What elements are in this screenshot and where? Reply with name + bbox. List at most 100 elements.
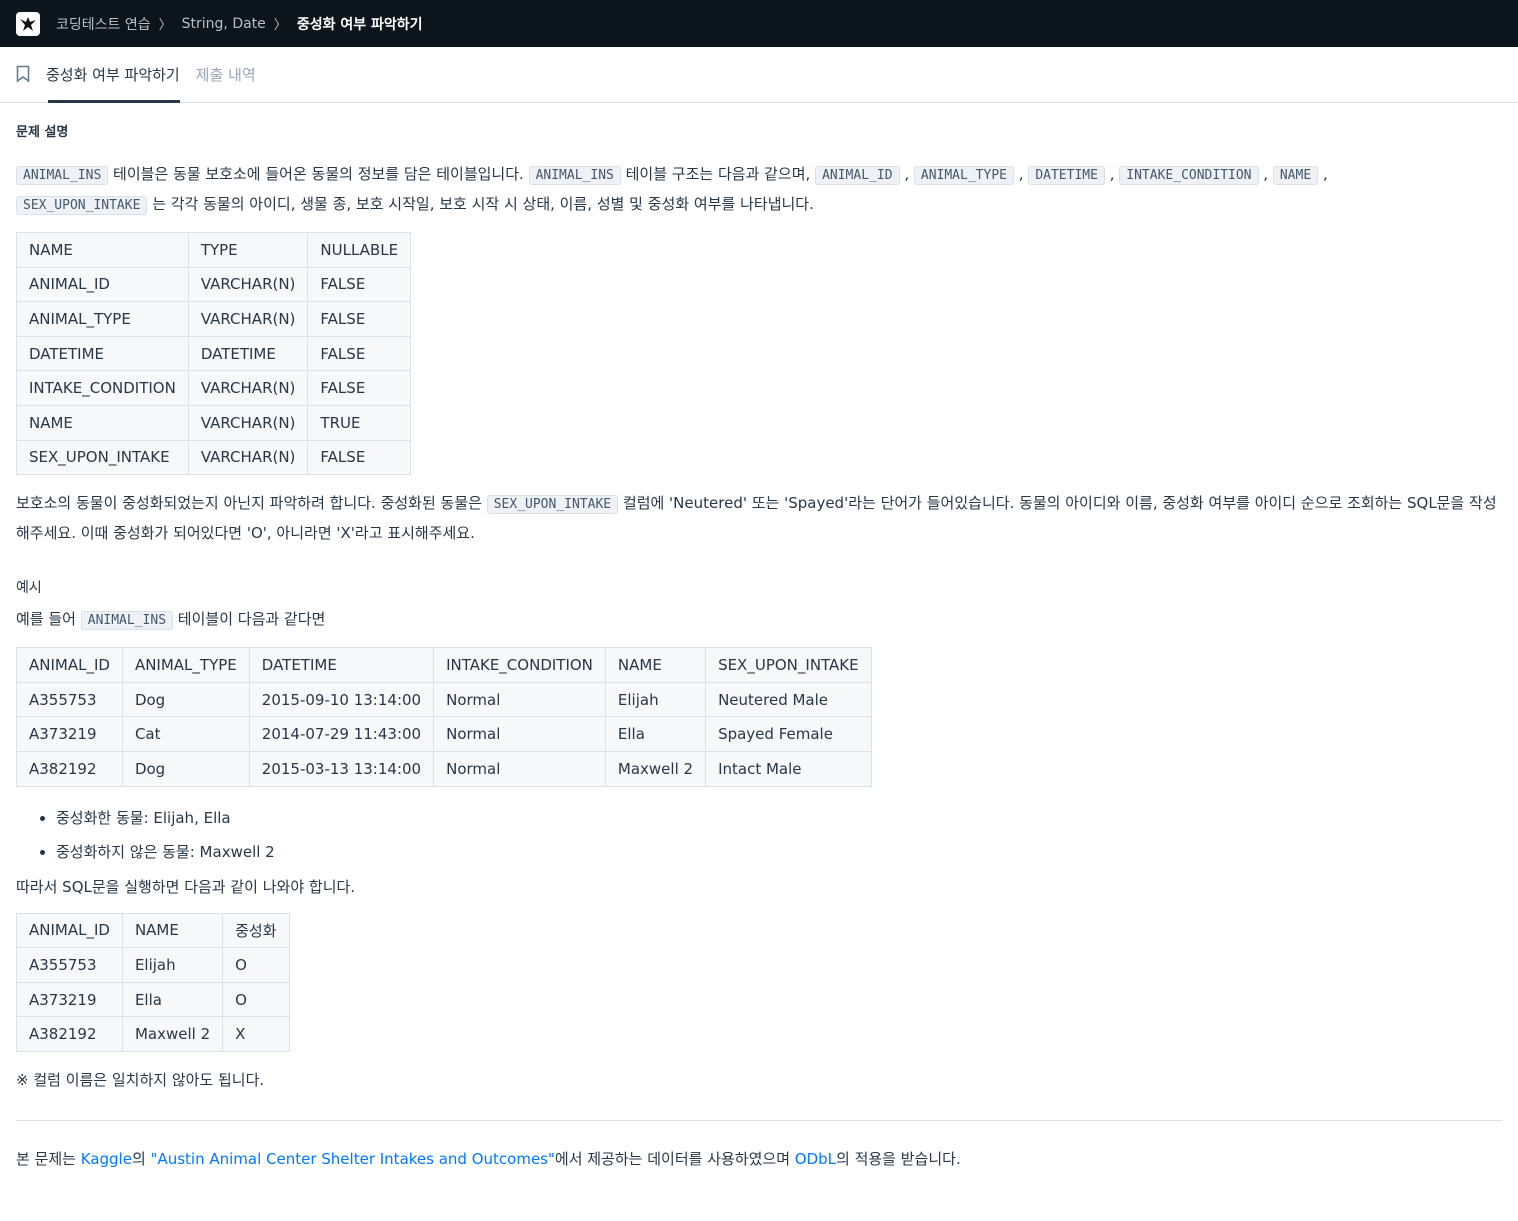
table-cell: FALSE — [307, 301, 412, 337]
task-paragraph: 보호소의 동물이 중성화되었는지 아닌지 파악하려 합니다. 중성화된 동물은 … — [16, 489, 1502, 547]
inline-code: ANIMAL_ID — [815, 166, 900, 185]
table-header-cell: ANIMAL_ID — [16, 647, 123, 683]
separator: , — [904, 165, 910, 183]
table-header-cell: NULLABLE — [307, 232, 412, 268]
inline-code: NAME — [1272, 166, 1319, 185]
text: 테이블 구조는 다음과 같으며, — [620, 165, 816, 183]
inline-code: SEX_UPON_INTAKE — [16, 196, 148, 215]
table-cell: TRUE — [307, 404, 412, 441]
text: 의 — [131, 1149, 151, 1168]
table-cell: Normal — [433, 681, 606, 718]
chevron-right-icon: 〉 — [273, 18, 287, 33]
table-header-cell: DATETIME — [248, 647, 435, 683]
inline-code: SEX_UPON_INTAKE — [486, 495, 619, 515]
table-cell: Ella — [121, 981, 224, 1018]
table-cell: 2015-09-10 13:14:00 — [248, 681, 435, 718]
table-cell: Neutered Male — [705, 681, 872, 718]
table-row: DATETIME DATETIME FALSE — [16, 335, 412, 372]
text: 본 문제는 — [16, 1149, 81, 1168]
table-header-cell: NAME — [121, 912, 224, 949]
problem-description: 문제 설명 ANIMAL_INS 테이블은 동물 보호소에 들어온 동물의 정보… — [0, 103, 1518, 1173]
tab-bar: 중성화 여부 파악하기 제출 내역 — [0, 47, 1518, 103]
table-cell: 2015-03-13 13:14:00 — [248, 750, 435, 787]
table-cell: INTAKE_CONDITION — [16, 370, 189, 406]
text: 는 각각 동물의 아이디, 생물 종, 보호 시작일, 보호 시작 시 상태, … — [152, 195, 814, 213]
table-row: NAME VARCHAR(N) TRUE — [16, 404, 412, 441]
table-row: A355753 Dog 2015-09-10 13:14:00 Normal Elija… — [16, 681, 872, 718]
breadcrumb-label[interactable]: 코딩테스트 연습 — [56, 14, 151, 34]
table-row: A373219 Cat 2014-07-29 11:43:00 Normal Ella S… — [16, 716, 872, 752]
tab-label[interactable]: 중성화 여부 파악하기 — [46, 64, 180, 85]
table-cell: FALSE — [307, 335, 412, 372]
tab-label[interactable]: 제출 내역 — [196, 64, 256, 85]
table-header-row: ANIMAL_ID NAME 중성화 — [16, 912, 290, 949]
chevron-right-icon: 〉 — [158, 18, 172, 33]
breadcrumb-item-practice[interactable]: 코딩테스트 연습 〉 — [56, 14, 182, 34]
table-cell: FALSE — [307, 370, 412, 406]
text: 보호소의 동물이 중성화되었는지 아닌지 파악하려 합니다. 중성화된 동물은 — [16, 494, 487, 513]
table-header-row: ANIMAL_ID ANIMAL_TYPE DATETIME INTAKE_CO… — [16, 647, 872, 683]
table-row: A382192 Maxwell 2X — [16, 1016, 290, 1052]
table-cell: Maxwell 2 — [121, 1016, 224, 1052]
tab-submissions[interactable]: 제출 내역 — [196, 46, 256, 102]
table-header-cell: ANIMAL_TYPE — [121, 647, 250, 683]
table-cell: VARCHAR(N) — [187, 404, 309, 441]
table-row: A355753 Elijah O — [16, 947, 290, 983]
table-cell: Ella — [604, 716, 707, 752]
breadcrumb-label[interactable]: String, Date — [182, 16, 266, 32]
example-label: 예시 — [16, 580, 42, 597]
table-cell: Dog — [121, 681, 250, 718]
table-cell: Intact Male — [705, 750, 872, 787]
section-title: 문제 설명 — [16, 125, 69, 140]
example-table: ANIMAL_ID ANIMAL_TYPE DATETIME INTAKE_CO… — [16, 647, 872, 787]
table-header-cell: INTAKE_CONDITION — [433, 647, 606, 683]
result-intro: 따라서 SQL문을 실행하면 다음과 같이 나와야 합니다. — [16, 877, 356, 896]
table-row: ANIMAL_TYPE VARCHAR(N) FALSE — [16, 301, 412, 337]
result-table: ANIMAL_ID NAME 중성화 A355753 Elijah O A37321… — [16, 912, 290, 1052]
inline-code: ANIMAL_TYPE — [913, 166, 1014, 185]
table-cell: DATETIME — [16, 335, 189, 372]
table-header-cell: ANIMAL_ID — [16, 912, 123, 949]
table-row: INTAKE_CONDITION VARCHAR(N) FALSE — [16, 370, 412, 406]
breadcrumb-item-category[interactable]: String, Date 〉 — [182, 14, 297, 34]
table-header-cell: NAME — [604, 647, 707, 683]
text: 테이블이 다음과 같다면 — [173, 610, 326, 629]
list-item: 중성화한 동물: Elijah, Ella — [56, 801, 1502, 835]
table-cell: SEX_UPON_INTAKE — [16, 439, 189, 476]
note: ※ 컬럼 이름은 일치하지 않아도 됩니다. — [16, 1070, 265, 1089]
footer-attribution: 본 문제는 Kaggle의 "Austin Animal Center Shel… — [16, 1145, 1502, 1173]
table-header-cell: SEX_UPON_INTAKE — [705, 647, 872, 683]
table-cell: VARCHAR(N) — [187, 266, 309, 303]
text: 의 적용을 받습니다. — [836, 1149, 961, 1168]
dataset-link[interactable]: "Austin Animal Center Shelter Intakes an… — [151, 1150, 555, 1168]
intro-paragraph: ANIMAL_INS 테이블은 동물 보호소에 들어온 동물의 정보를 담은 테… — [16, 160, 1502, 220]
list-item: 중성화하지 않은 동물: Maxwell 2 — [56, 835, 1502, 869]
bullet-list: 중성화한 동물: Elijah, Ella 중성화하지 않은 동물: Maxwe… — [56, 801, 1502, 869]
table-cell: O — [222, 947, 290, 983]
programmers-logo-icon[interactable] — [16, 11, 40, 36]
tab-problem[interactable]: 중성화 여부 파악하기 — [16, 46, 180, 103]
example-intro: 예를 들어 ANIMAL_INS 테이블이 다음과 같다면 — [16, 605, 1502, 635]
table-cell: A373219 — [16, 716, 123, 752]
table-cell: FALSE — [307, 266, 412, 303]
table-cell: VARCHAR(N) — [187, 301, 309, 337]
table-row: SEX_UPON_INTAKE VARCHAR(N) FALSE — [16, 439, 412, 476]
inline-code: ANIMAL_INS — [528, 166, 621, 185]
odbl-link[interactable]: ODbL — [795, 1150, 836, 1168]
table-cell: A382192 — [16, 750, 123, 787]
bookmark-icon[interactable] — [16, 64, 32, 84]
table-cell: DATETIME — [187, 335, 309, 372]
separator: , — [1109, 165, 1115, 183]
kaggle-link[interactable]: Kaggle — [81, 1150, 132, 1168]
table-cell: Spayed Female — [705, 716, 872, 752]
breadcrumb-item-current: 중성화 여부 파악하기 — [296, 16, 423, 33]
table-cell: Elijah — [121, 947, 224, 983]
table-cell: X — [222, 1016, 290, 1052]
table-cell: A355753 — [16, 947, 123, 983]
table-cell: VARCHAR(N) — [187, 439, 309, 476]
table-cell: FALSE — [307, 439, 412, 476]
table-cell: ANIMAL_ID — [16, 266, 189, 303]
table-cell: Cat — [121, 716, 250, 752]
table-cell: Maxwell 2 — [604, 750, 707, 787]
table-header-cell: NAME — [16, 232, 189, 268]
